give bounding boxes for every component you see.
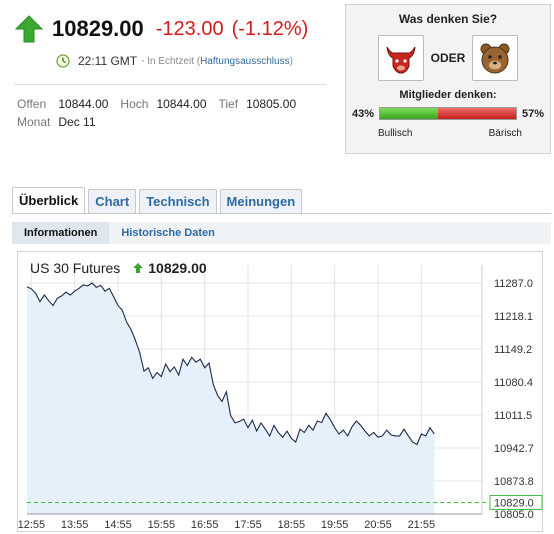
high-label: Hoch <box>120 97 149 111</box>
sentiment-question: Was denken Sie? <box>398 12 498 26</box>
tab-chart[interactable]: Chart <box>88 189 137 213</box>
subtab-information[interactable]: Informationen <box>12 222 110 244</box>
y-tick-label: 11080.4 <box>494 377 533 389</box>
divider <box>14 84 326 85</box>
bear-icon <box>480 43 510 74</box>
open-value: 10844.00 <box>58 97 109 111</box>
y-tick-label: 10873.8 <box>494 476 534 488</box>
x-tick-label: 19:55 <box>321 519 349 531</box>
bull-button[interactable] <box>378 35 424 81</box>
sentiment-bar <box>379 107 517 120</box>
month-value: Dec 11 <box>58 115 96 129</box>
y-tick-label: 10805.0 <box>494 509 534 521</box>
paren-close: ) <box>289 55 293 67</box>
chart-last-value: 10829.00 <box>148 260 207 276</box>
tab-opinions[interactable]: Meinungen <box>219 189 303 213</box>
open-label: Offen <box>17 97 47 111</box>
bear-bar-fill <box>438 108 516 119</box>
bear-button[interactable] <box>471 35 518 81</box>
timestamp-row: 22:11 GMT - In Echtzeit (Haftungsausschl… <box>56 54 326 68</box>
x-tick-label: 20:55 <box>364 519 392 531</box>
y-tick-label: 10942.7 <box>494 443 534 455</box>
up-arrow-icon <box>14 15 44 43</box>
chart-canvas: 11287.0 11218.1 11149.2 11080.4 11011.5 10942… <box>18 265 543 531</box>
y-tick-label: 11011.5 <box>494 410 532 422</box>
bear-label: Bärisch <box>488 128 522 139</box>
bull-percent: 43% <box>352 107 375 120</box>
up-arrow-small-icon <box>133 263 144 273</box>
clock-icon <box>56 54 70 68</box>
disclaimer-link[interactable]: Haftungsausschluss <box>200 56 290 67</box>
x-tick-label: 13:55 <box>61 519 89 531</box>
subtab-bar: Informationen Historische Daten <box>12 222 551 244</box>
x-tick-label: 17:55 <box>234 519 262 531</box>
price-chart: 11287.0 11218.1 11149.2 11080.4 11011.5 10942… <box>17 251 543 532</box>
chart-header: US 30 Futures 10829.00 <box>30 260 207 276</box>
low-label: Tief <box>218 97 239 111</box>
y-tick-label: 11287.0 <box>494 278 533 290</box>
sentiment-bar-row: 43% 57% <box>352 107 544 120</box>
tab-overview[interactable]: Überblick <box>12 187 86 213</box>
quote-stats: Offen 10844.00 Hoch 10844.00 Tief 10805.… <box>17 97 308 133</box>
month-label: Monat <box>17 115 51 129</box>
x-tick-label: 14:55 <box>104 519 132 531</box>
high-value: 10844.00 <box>156 97 207 111</box>
price-row: 10829.00 -123.00 (-1.12%) <box>14 12 326 46</box>
bull-label: Bullisch <box>378 128 413 139</box>
tab-bar: Überblick Chart Technisch Meinungen <box>12 187 305 213</box>
quote-time: 22:11 GMT <box>78 54 138 68</box>
sentiment-widget: Was denken Sie? ODER Mitglieder denken: <box>345 4 551 154</box>
chart-title: US 30 Futures <box>30 260 121 276</box>
price-change: -123.00 <box>155 17 224 40</box>
tab-technical[interactable]: Technisch <box>139 189 217 213</box>
current-price-label: 10829.0 <box>494 497 534 509</box>
x-tick-label: 15:55 <box>148 519 176 531</box>
quote-header: 10829.00 -123.00 (-1.12%) 22:11 GMT - In… <box>14 12 326 68</box>
last-price: 10829.00 <box>52 16 144 41</box>
x-tick-label: 18:55 <box>278 519 306 531</box>
price-change-percent: (-1.12%) <box>231 17 309 40</box>
low-value: 10805.00 <box>246 97 297 111</box>
members-label: Mitglieder denken: <box>399 89 497 101</box>
realtime-label: - In Echtzeit <box>141 55 194 67</box>
y-tick-label: 11149.2 <box>494 344 532 356</box>
x-tick-label: 12:55 <box>18 519 45 531</box>
bear-percent: 57% <box>521 107 544 120</box>
or-label: ODER <box>430 51 466 65</box>
x-tick-label: 16:55 <box>191 519 219 531</box>
area-fill <box>27 283 435 514</box>
y-tick-label: 11218.1 <box>494 311 533 323</box>
tabs-underline <box>12 213 551 214</box>
x-tick-label: 21:55 <box>408 519 436 531</box>
subtab-historical-data[interactable]: Historische Daten <box>109 222 227 244</box>
bull-icon <box>386 46 416 74</box>
bull-bar-fill <box>380 108 439 119</box>
realtime-note: - In Echtzeit (Haftungsausschluss) <box>141 56 293 67</box>
